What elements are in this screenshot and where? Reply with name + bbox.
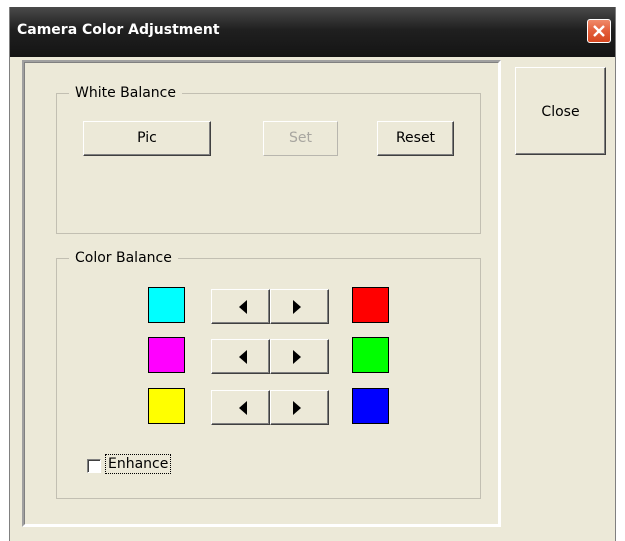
cyan-swatch — [148, 287, 185, 323]
title-bar[interactable]: Camera Color Adjustment — [10, 7, 615, 57]
enhance-label[interactable]: Enhance — [104, 454, 172, 474]
pic-button-label: Pic — [137, 130, 157, 146]
left-arrow-icon — [239, 300, 247, 314]
window-title: Camera Color Adjustment — [17, 22, 220, 38]
reset-button[interactable]: Reset — [377, 121, 454, 156]
red-swatch — [352, 287, 389, 323]
left-arrow-icon — [239, 401, 247, 415]
magenta-green-left-arrow-button[interactable] — [211, 339, 270, 374]
white-balance-legend: White Balance — [69, 84, 182, 102]
right-arrow-icon — [293, 350, 301, 364]
close-window-button[interactable] — [587, 19, 611, 43]
left-arrow-icon — [239, 350, 247, 364]
set-button-label: Set — [289, 130, 312, 146]
yellow-swatch — [148, 388, 185, 424]
magenta-swatch — [148, 337, 185, 373]
right-arrow-icon — [293, 300, 301, 314]
yellow-blue-left-arrow-button[interactable] — [211, 390, 270, 425]
close-button-label: Close — [541, 104, 580, 120]
enhance-checkbox[interactable] — [87, 459, 101, 473]
set-button[interactable]: Set — [263, 121, 338, 156]
yellow-blue-right-arrow-button[interactable] — [270, 390, 329, 425]
magenta-green-right-arrow-button[interactable] — [270, 339, 329, 374]
close-button[interactable]: Close — [515, 67, 606, 155]
cyan-red-left-arrow-button[interactable] — [211, 289, 270, 324]
color-balance-legend: Color Balance — [69, 249, 178, 267]
right-arrow-icon — [293, 401, 301, 415]
close-icon — [593, 25, 605, 37]
pic-button[interactable]: Pic — [83, 121, 211, 156]
white-balance-group: White Balance — [56, 84, 481, 234]
reset-button-label: Reset — [395, 130, 436, 146]
green-swatch — [352, 337, 389, 373]
cyan-red-right-arrow-button[interactable] — [270, 289, 329, 324]
blue-swatch — [352, 388, 389, 424]
